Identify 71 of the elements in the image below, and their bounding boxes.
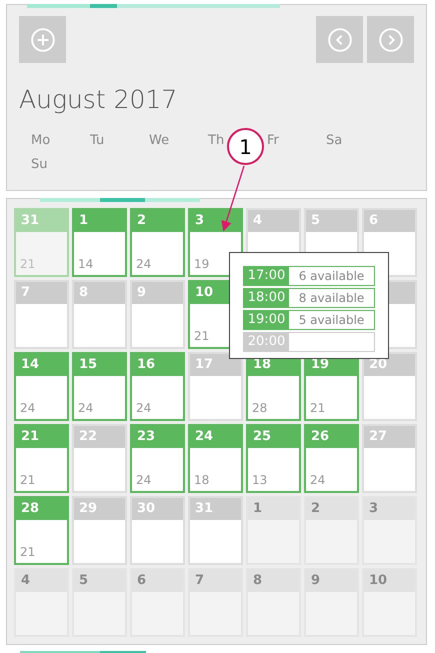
day-number: 2 bbox=[137, 213, 146, 228]
slot-count: 21 bbox=[309, 400, 326, 417]
add-button[interactable] bbox=[19, 16, 66, 63]
slot-count: 21 bbox=[19, 472, 36, 489]
slot-count: 13 bbox=[251, 472, 268, 489]
day-number: 19 bbox=[311, 357, 330, 372]
day-number: 31 bbox=[21, 213, 40, 228]
slot-count: 24 bbox=[19, 400, 36, 417]
slot-count: 24 bbox=[135, 400, 152, 417]
day-number: 15 bbox=[79, 357, 98, 372]
day-cell[interactable]: 1 14 bbox=[72, 208, 127, 277]
chevron-left-icon bbox=[326, 26, 352, 52]
slot-count: 19 bbox=[193, 256, 210, 273]
slot-count: 18 bbox=[193, 472, 210, 489]
day-number: 18 bbox=[253, 357, 272, 372]
day-number: 4 bbox=[21, 573, 30, 588]
weekday-label: We bbox=[149, 132, 170, 148]
day-number: 21 bbox=[21, 429, 40, 444]
slot-count: 28 bbox=[251, 400, 268, 417]
day-cell[interactable]: 21 21 bbox=[14, 424, 69, 493]
day-cell[interactable]: 25 13 bbox=[246, 424, 301, 493]
day-number: 5 bbox=[79, 573, 88, 588]
day-number: 6 bbox=[137, 573, 146, 588]
time-slot[interactable]: 19:00 5 available bbox=[243, 310, 375, 330]
day-number: 28 bbox=[21, 501, 40, 516]
day-number: 9 bbox=[311, 573, 320, 588]
day-number: 10 bbox=[195, 285, 214, 300]
slot-count: 21 bbox=[193, 328, 210, 345]
weekday-label: Mo bbox=[31, 132, 50, 148]
next-month-button[interactable] bbox=[367, 16, 414, 63]
day-number: 14 bbox=[21, 357, 40, 372]
month-title: August 2017 bbox=[19, 84, 178, 116]
day-number: 8 bbox=[253, 573, 262, 588]
time-slot[interactable]: 17:00 6 available bbox=[243, 266, 375, 286]
slot-count: 24 bbox=[309, 472, 326, 489]
day-number: 23 bbox=[137, 429, 156, 444]
weekday-label: Su bbox=[31, 156, 48, 172]
day-number: 2 bbox=[311, 501, 320, 516]
leader-line bbox=[221, 166, 245, 232]
weekday-label: Tu bbox=[90, 132, 104, 148]
add-icon bbox=[30, 26, 56, 52]
day-number: 25 bbox=[253, 429, 272, 444]
day-cell[interactable]: 2 24 bbox=[130, 208, 185, 277]
day-number: 3 bbox=[195, 213, 204, 228]
day-number: 3 bbox=[369, 501, 378, 516]
slot-count: 21 bbox=[19, 544, 36, 561]
day-cell[interactable]: 26 24 bbox=[304, 424, 359, 493]
day-number: 16 bbox=[137, 357, 156, 372]
slot-count: 14 bbox=[77, 256, 94, 273]
previous-month-button[interactable] bbox=[316, 16, 363, 63]
time-slot[interactable]: 18:00 8 available bbox=[243, 288, 375, 308]
weekday-label: Sa bbox=[326, 132, 342, 148]
slot-count: 24 bbox=[77, 400, 94, 417]
day-cell[interactable]: 15 24 bbox=[72, 352, 127, 421]
day-number: 1 bbox=[253, 501, 262, 516]
day-number: 1 bbox=[79, 213, 88, 228]
chevron-right-icon bbox=[378, 26, 404, 52]
day-cell[interactable]: 23 24 bbox=[130, 424, 185, 493]
slot-count: 24 bbox=[135, 472, 152, 489]
weekday-label: Th bbox=[208, 132, 224, 148]
weekday-label: Fr bbox=[267, 132, 279, 148]
day-cell[interactable]: 28 21 bbox=[14, 496, 69, 565]
day-number: 26 bbox=[311, 429, 330, 444]
day-cell[interactable]: 14 24 bbox=[14, 352, 69, 421]
slot-count: 24 bbox=[135, 256, 152, 273]
slot-count: 21 bbox=[19, 256, 36, 273]
day-number: 24 bbox=[195, 429, 214, 444]
day-number: 7 bbox=[195, 573, 204, 588]
day-cell[interactable]: 16 24 bbox=[130, 352, 185, 421]
day-cell[interactable]: 24 18 bbox=[188, 424, 243, 493]
day-number: 10 bbox=[369, 573, 388, 588]
